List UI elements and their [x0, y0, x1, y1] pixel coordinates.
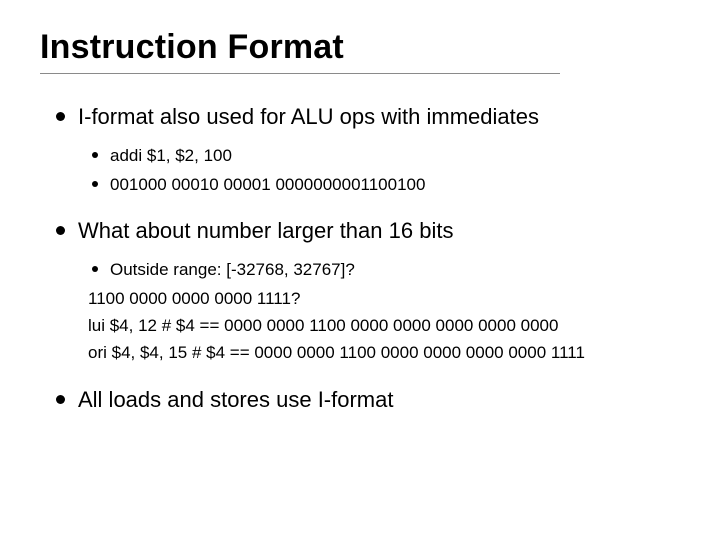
bullet-2: What about number larger than 16 bits Ou…: [50, 216, 680, 366]
bullet-3-text: All loads and stores use I-format: [78, 387, 393, 412]
bullet-1-sub-1: addi $1, $2, 100: [88, 142, 680, 169]
bullet-2-sub-1: Outside range: [-32768, 32767]?: [88, 256, 680, 283]
bullet-2-line-1: 1100 0000 0000 0000 1111?: [88, 285, 680, 312]
bullet-1-sublist: addi $1, $2, 100 001000 00010 00001 0000…: [88, 142, 680, 198]
bullet-2-line-3: ori $4, $4, 15 # $4 == 0000 0000 1100 00…: [88, 339, 680, 366]
slide-title: Instruction Format: [40, 28, 680, 67]
bullet-list: I-format also used for ALU ops with imme…: [50, 102, 680, 414]
bullet-2-line-2: lui $4, 12 # $4 == 0000 0000 1100 0000 0…: [88, 312, 680, 339]
bullet-1-sub-2: 001000 00010 00001 0000000001100100: [88, 171, 680, 198]
bullet-2-text: What about number larger than 16 bits: [78, 218, 453, 243]
bullet-3: All loads and stores use I-format: [50, 385, 680, 415]
bullet-1-text: I-format also used for ALU ops with imme…: [78, 104, 539, 129]
bullet-1: I-format also used for ALU ops with imme…: [50, 102, 680, 198]
slide: Instruction Format I-format also used fo…: [0, 0, 720, 540]
title-rule: [40, 73, 560, 74]
bullet-2-sublist: Outside range: [-32768, 32767]?: [88, 256, 680, 283]
